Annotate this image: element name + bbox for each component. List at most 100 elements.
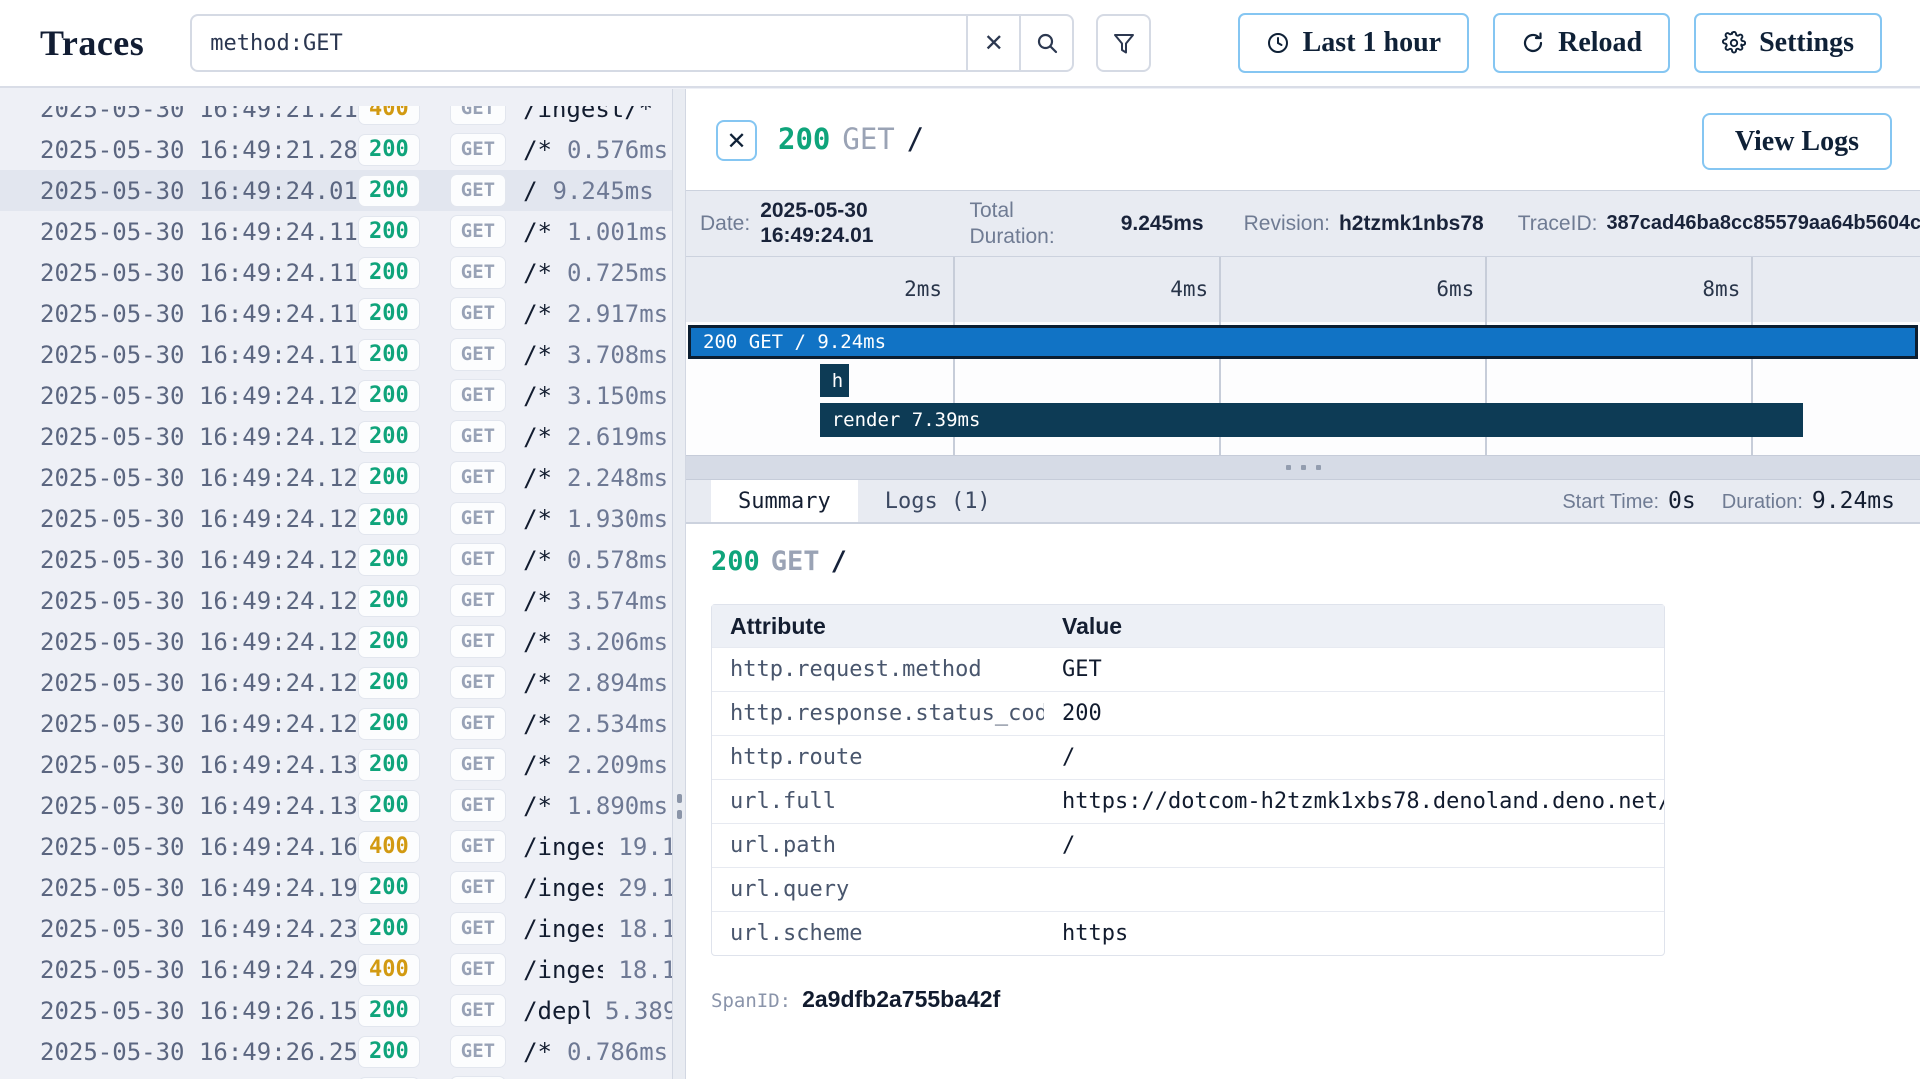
trace-path: /ingest/* [523, 915, 603, 943]
settings-button[interactable]: Settings [1694, 13, 1882, 73]
trace-row[interactable]: 2025-05-30 16:49:24.12200GET/*2.894ms [0, 662, 672, 703]
trace-row[interactable]: 2025-05-30 16:49:24.11200GET/*3.708ms [0, 334, 672, 375]
trace-row[interactable]: 2025-05-30 16:49:24.23200GET/ingest/*18.… [0, 908, 672, 949]
method-badge: GET [450, 871, 506, 904]
trace-path: / [523, 177, 537, 205]
start-time: Start Time: 0s [1562, 488, 1695, 514]
trace-row[interactable]: 2025-05-30 16:49:24.16400GET/ingest/*19.… [0, 826, 672, 867]
status-badge: 200 [358, 749, 420, 781]
header-actions: Last 1 hour Reload Settings [1238, 13, 1882, 73]
method-badge: GET [450, 789, 506, 822]
trace-row[interactable]: 2025-05-30 16:49:24.12200GET/*2.248ms [0, 457, 672, 498]
trace-list-panel[interactable]: 2025-05-30 16:49:21.21400GET/ingest/* 202… [0, 106, 672, 1079]
filter-button[interactable] [1096, 14, 1151, 72]
table-row: url.schemehttps [712, 911, 1664, 955]
attribute-name: http.response.status_code [712, 701, 1044, 726]
trace-row[interactable]: 2025-05-30 16:49:24.12200GET/*2.534ms [0, 703, 672, 744]
trace-row[interactable]: 2025-05-30 16:49:21.28200GET/*0.576ms [0, 129, 672, 170]
trace-time: 2025-05-30 16:49:24.01 [40, 177, 358, 205]
attribute-value: 200 [1044, 701, 1664, 726]
meta-trace-id: TraceID: 387cad46ba8cc85579aa64b5604c11a… [1518, 212, 1920, 236]
trace-time: 2025-05-30 16:49:24.11 [40, 259, 358, 287]
status-badge: 200 [358, 626, 420, 658]
trace-row[interactable]: 2025-05-30 16:49:24.12200GET/*3.150ms [0, 375, 672, 416]
timeline-tick-label: 6ms [1394, 277, 1474, 301]
trace-row[interactable]: 2025-05-30 16:49:24.12200GET/*2.619ms [0, 416, 672, 457]
trace-time: 2025-05-30 16:49:24.11 [40, 300, 358, 328]
trace-row[interactable]: 2025-05-30 16:49:24.19200GET/ingest/*29.… [0, 867, 672, 908]
trace-row[interactable]: 2025-05-30 16:49:26.15200GET/deploy5.389… [0, 990, 672, 1031]
timeline-span-child[interactable]: h [820, 364, 849, 397]
trace-time: 2025-05-30 16:49:24.29 [40, 956, 358, 984]
trace-duration: 0.786ms [567, 1038, 668, 1066]
trace-path: /* [523, 136, 552, 164]
resize-handle-icon [673, 794, 685, 819]
trace-time: 2025-05-30 16:49:24.12 [40, 587, 358, 615]
trace-path: /* [523, 1038, 552, 1066]
trace-duration: 1.001ms [567, 218, 668, 246]
trace-row[interactable]: 2025-05-30 16:49:24.11200GET/*0.725ms [0, 252, 672, 293]
timeline-resize-handle[interactable] [686, 455, 1920, 480]
revision-label: Revision: [1244, 212, 1330, 236]
trace-row[interactable]: 2025-05-30 16:49:24.12200GET/*3.206ms [0, 621, 672, 662]
time-range-button[interactable]: Last 1 hour [1238, 13, 1469, 73]
trace-row[interactable]: 2025-05-30 16:49:21.21400GET/ingest/* [0, 106, 672, 129]
status-badge: 200 [358, 175, 420, 207]
search-icon [1035, 31, 1059, 55]
trace-row[interactable]: 2025-05-30 16:49:24.11200GET/*1.001ms [0, 211, 672, 252]
method-badge: GET [450, 106, 506, 125]
trace-row[interactable]: 2025-05-30 16:49:24.29400GET/ingest/*18.… [0, 949, 672, 990]
status-badge: 200 [358, 462, 420, 494]
trace-path: /* [523, 792, 552, 820]
clock-icon [1266, 31, 1290, 55]
timeline-span-child[interactable]: render 7.39ms [820, 403, 1803, 437]
trace-row[interactable]: 2025-05-30 16:49:24.13200GET/*1.890ms [0, 785, 672, 826]
method-badge: GET [450, 379, 506, 412]
trace-path: /* [523, 464, 552, 492]
trace-row[interactable]: 2025-05-30 16:49:24.12200GET/*0.578ms [0, 539, 672, 580]
search-box[interactable] [190, 14, 968, 72]
app-header: Traces ✕ Last 1 hour R [0, 0, 1920, 88]
trace-row[interactable]: 2025-05-30 16:49:24.01200GET/9.245ms [0, 170, 672, 211]
method-badge: GET [450, 215, 506, 248]
page-title: Traces [40, 22, 144, 64]
trace-path: /* [523, 587, 552, 615]
reload-button[interactable]: Reload [1493, 13, 1670, 73]
status-badge: 200 [358, 339, 420, 371]
clear-search-button[interactable]: ✕ [966, 14, 1021, 72]
method-badge: GET [450, 174, 506, 207]
trace-duration: 29.1ms [618, 874, 672, 902]
tab-summary[interactable]: Summary [711, 480, 858, 522]
status-badge: 400 [358, 954, 420, 986]
trace-row[interactable]: 2025-05-30 16:49:24.11200GET/*2.917ms [0, 293, 672, 334]
trace-row[interactable]: 200GET [0, 1072, 672, 1079]
close-detail-button[interactable]: ✕ [716, 120, 757, 161]
trace-path: /* [523, 300, 552, 328]
summary-heading: 200 GET / [711, 546, 1920, 577]
trace-path: /* [523, 341, 552, 369]
search-button[interactable] [1019, 14, 1074, 72]
tab-logs-1[interactable]: Logs (1) [858, 480, 1018, 522]
timeline-span-root[interactable]: 200 GET / 9.24ms [688, 325, 1918, 359]
trace-path: /ingest/* [523, 956, 603, 984]
trace-row[interactable]: 2025-05-30 16:49:24.12200GET/*3.574ms [0, 580, 672, 621]
trace-duration: 3.150ms [567, 382, 668, 410]
method-badge: GET [450, 133, 506, 166]
trace-time: 2025-05-30 16:49:24.11 [40, 341, 358, 369]
trace-row[interactable]: 2025-05-30 16:49:24.13200GET/*2.209ms [0, 744, 672, 785]
method-badge: GET [450, 1035, 506, 1068]
panel-resize-gutter[interactable] [672, 89, 686, 1079]
search-group: ✕ [190, 14, 1074, 72]
timeline-tick-label: 8ms [1660, 277, 1740, 301]
trace-row[interactable]: 2025-05-30 16:49:26.25200GET/*0.786ms [0, 1031, 672, 1072]
trace-time: 2025-05-30 16:49:24.16 [40, 833, 358, 861]
trace-row[interactable]: 2025-05-30 16:49:24.12200GET/*1.930ms [0, 498, 672, 539]
attribute-value: https://dotcom-h2tzmk1xbs78.denoland.den… [1044, 789, 1664, 814]
timing-info: Start Time: 0s Duration: 9.24ms [1562, 480, 1920, 522]
method-badge: GET [450, 256, 506, 289]
trace-duration: 2.894ms [567, 669, 668, 697]
method-badge: GET [450, 830, 506, 863]
view-logs-button[interactable]: View Logs [1702, 113, 1892, 170]
close-icon: ✕ [984, 31, 1004, 55]
search-input[interactable] [210, 31, 948, 56]
